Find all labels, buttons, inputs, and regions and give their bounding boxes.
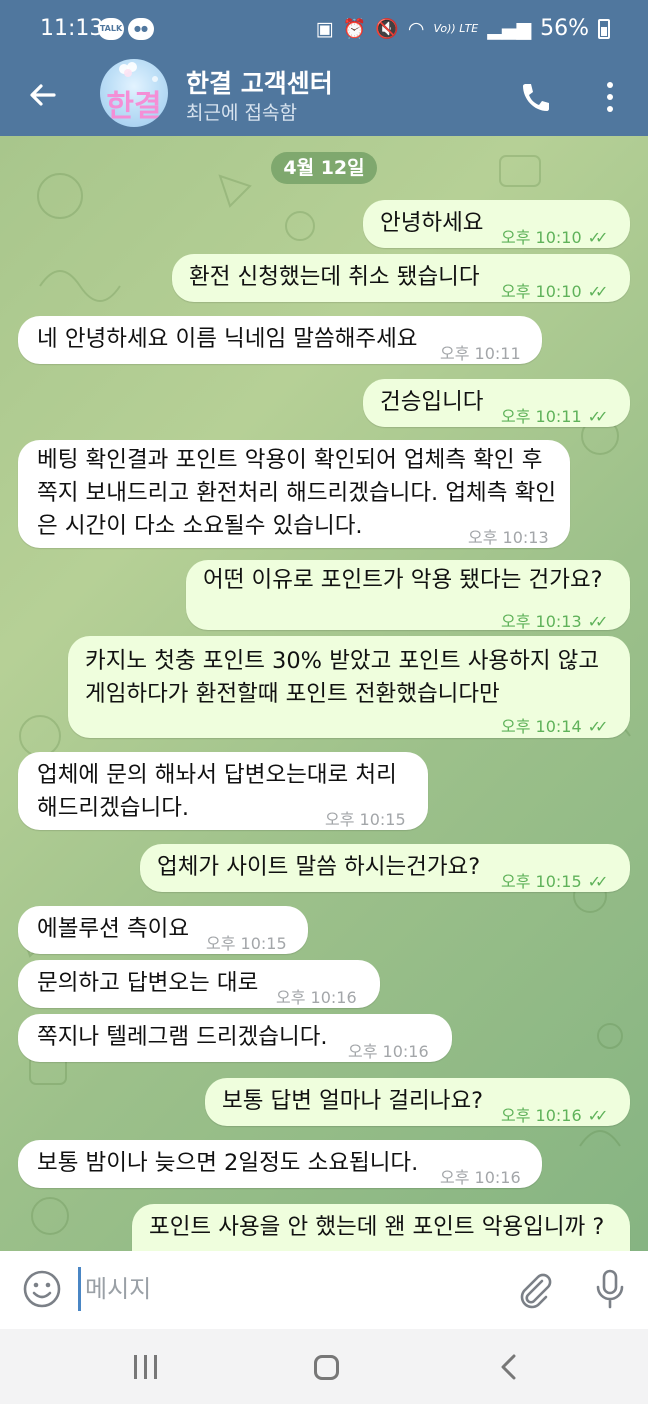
signal-icon: ▂▄▆ (487, 17, 532, 40)
message-bubble-incoming[interactable]: 업체에 문의 해놔서 답변오는대로 처리 해드리겠습니다. 오후 10:15 (18, 752, 428, 830)
message-text: 문의하고 답변오는 대로 (37, 970, 259, 996)
recent-apps-icon[interactable] (132, 1355, 160, 1379)
microphone-icon[interactable] (590, 1267, 630, 1311)
message-text: 환전 신청했는데 취소 됐습니다 (189, 264, 480, 290)
system-icons: ▣ ⏰ 🔇 ◠ Vo)) LTE ▂▄▆ 56% (316, 16, 610, 41)
message-bubble-outgoing[interactable]: 환전 신청했는데 취소 됐습니다 오후 10:10 ✓✓ (172, 254, 630, 302)
message-time: 오후 10:15 (501, 872, 582, 891)
message-bubble-incoming[interactable]: 네 안녕하세요 이름 닉네임 말씀해주세요 오후 10:11 (18, 316, 542, 364)
message-bubble-incoming[interactable]: 에볼루션 측이요 오후 10:15 (18, 906, 308, 954)
message-bubble-outgoing[interactable]: 카지노 첫충 포인트 30% 받았고 포인트 사용하지 않고 게임하다가 환전할… (68, 636, 630, 738)
message-text: 네 안녕하세요 이름 닉네임 말씀해주세요 (37, 326, 418, 352)
chat-header: 한결 한결 고객센터 최근에 접속함 (0, 59, 648, 136)
emoji-icon[interactable] (22, 1269, 62, 1309)
arrow-left-icon[interactable] (20, 72, 66, 118)
message-bubble-incoming[interactable]: 쪽지나 텔레그램 드리겠습니다. 오후 10:16 (18, 1014, 452, 1062)
avatar-label: 한결 (106, 89, 162, 124)
phone-icon[interactable] (512, 74, 558, 120)
system-nav-bar (0, 1329, 648, 1404)
last-seen-status: 최근에 접속함 (186, 102, 297, 124)
read-check-icon: ✓✓ (587, 717, 609, 736)
message-meta: 오후 10:10 ✓✓ (501, 221, 609, 254)
message-bubble-outgoing[interactable]: 보통 답변 얼마나 걸리나요? 오후 10:16 ✓✓ (205, 1078, 630, 1126)
read-check-icon: ✓✓ (587, 407, 609, 426)
message-composer (0, 1251, 648, 1329)
status-bar: 11:13 TALK ●● ▣ ⏰ 🔇 ◠ Vo)) LTE ▂▄▆ 56% (0, 0, 648, 62)
message-meta: 오후 10:16 ✓✓ (501, 1099, 609, 1132)
status-time: 11:13 (40, 16, 104, 41)
message-time: 오후 10:15 (325, 810, 406, 829)
message-time: 오후 10:11 (440, 344, 521, 363)
volte-icon: Vo)) LTE (433, 22, 479, 35)
message-text: 카지노 첫충 포인트 30% 받았고 포인트 사용하지 않고 게임하다가 환전할… (85, 648, 600, 707)
battery-icon (598, 18, 610, 39)
message-text: 쪽지나 텔레그램 드리겠습니다. (37, 1024, 328, 1050)
screenshot-icon: ▣ (315, 17, 334, 40)
message-time: 오후 10:10 (501, 228, 582, 247)
read-check-icon: ✓✓ (587, 228, 609, 247)
message-text: 보통 답변 얼마나 걸리나요? (222, 1088, 484, 1114)
message-meta: 오후 10:11 ✓✓ (501, 400, 609, 433)
message-bubble-outgoing[interactable]: 업체가 사이트 말씀 하시는건가요? 오후 10:15 ✓✓ (140, 844, 630, 892)
battery-percent: 56% (540, 16, 589, 41)
kakaotalk-icon: TALK (98, 18, 124, 40)
message-time: 오후 10:15 (206, 934, 287, 953)
message-bubble-outgoing[interactable]: 포인트 사용을 안 했는데 왠 포인트 악용입니까 ? (132, 1204, 630, 1251)
message-bubble-incoming[interactable]: 베팅 확인결과 포인트 악용이 확인되어 업체측 확인 후 쪽지 보내드리고 환… (18, 440, 570, 548)
read-check-icon: ✓✓ (587, 872, 609, 891)
message-time: 오후 10:11 (501, 407, 582, 426)
message-time: 오후 10:16 (348, 1042, 429, 1061)
message-meta: 오후 10:15 ✓✓ (501, 865, 609, 898)
message-time: 오후 10:16 (440, 1168, 521, 1187)
message-meta: 오후 10:14 ✓✓ (501, 710, 609, 743)
message-text: 포인트 사용을 안 했는데 왠 포인트 악용입니까 ? (149, 1214, 605, 1240)
home-icon[interactable] (314, 1355, 339, 1380)
back-icon[interactable] (498, 1353, 520, 1381)
message-time: 오후 10:16 (276, 988, 357, 1007)
message-input[interactable] (78, 1267, 478, 1311)
message-text: 업체가 사이트 말씀 하시는건가요? (157, 854, 481, 880)
message-text: 어떤 이유로 포인트가 악용 됐다는 건가요? (203, 567, 603, 593)
read-check-icon: ✓✓ (587, 1106, 609, 1125)
message-time: 오후 10:10 (501, 282, 582, 301)
message-time: 오후 10:16 (501, 1106, 582, 1125)
message-text: 건승입니다 (380, 389, 484, 415)
message-bubble-outgoing[interactable]: 어떤 이유로 포인트가 악용 됐다는 건가요? 오후 10:13 ✓✓ (186, 560, 630, 631)
read-check-icon: ✓✓ (587, 612, 609, 631)
message-text: 에볼루션 측이요 (37, 916, 190, 942)
message-bubble-outgoing[interactable]: 건승입니다 오후 10:11 ✓✓ (363, 379, 630, 427)
message-bubble-outgoing[interactable]: 안녕하세요 오후 10:10 ✓✓ (363, 200, 630, 248)
message-meta: 오후 10:10 ✓✓ (501, 275, 609, 308)
read-check-icon: ✓✓ (587, 282, 609, 301)
message-text: 보통 밤이나 늦으면 2일정도 소요됩니다. (37, 1150, 419, 1176)
date-separator: 4월 12일 (271, 152, 377, 184)
notification-icons: TALK ●● (98, 18, 154, 40)
avatar[interactable]: 한결 (100, 59, 168, 127)
alarm-icon: ⏰ (342, 18, 367, 40)
message-time: 오후 10:13 (501, 612, 582, 631)
message-bubble-incoming[interactable]: 보통 밤이나 늦으면 2일정도 소요됩니다. 오후 10:16 (18, 1140, 542, 1188)
message-icon: ●● (128, 18, 154, 40)
message-time: 오후 10:14 (501, 717, 582, 736)
more-vertical-icon[interactable] (592, 74, 628, 120)
paperclip-icon[interactable] (512, 1267, 556, 1311)
wifi-icon: ◠ (407, 17, 425, 40)
message-meta: 오후 10:13 ✓✓ (501, 605, 609, 638)
message-time: 오후 10:13 (468, 528, 549, 547)
chat-title[interactable]: 한결 고객센터 (186, 64, 333, 100)
message-list[interactable]: 4월 12일 안녕하세요 오후 10:10 ✓✓ 환전 신청했는데 취소 됐습니다… (0, 136, 648, 1251)
message-bubble-incoming[interactable]: 문의하고 답변오는 대로 오후 10:16 (18, 960, 380, 1008)
mute-icon: 🔇 (375, 18, 399, 40)
message-text: 안녕하세요 (380, 210, 484, 236)
